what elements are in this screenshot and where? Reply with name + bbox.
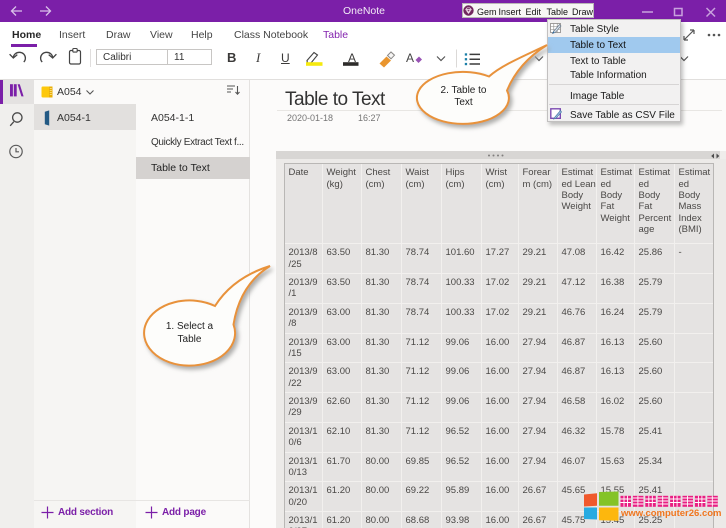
svg-text:A: A bbox=[406, 51, 414, 65]
